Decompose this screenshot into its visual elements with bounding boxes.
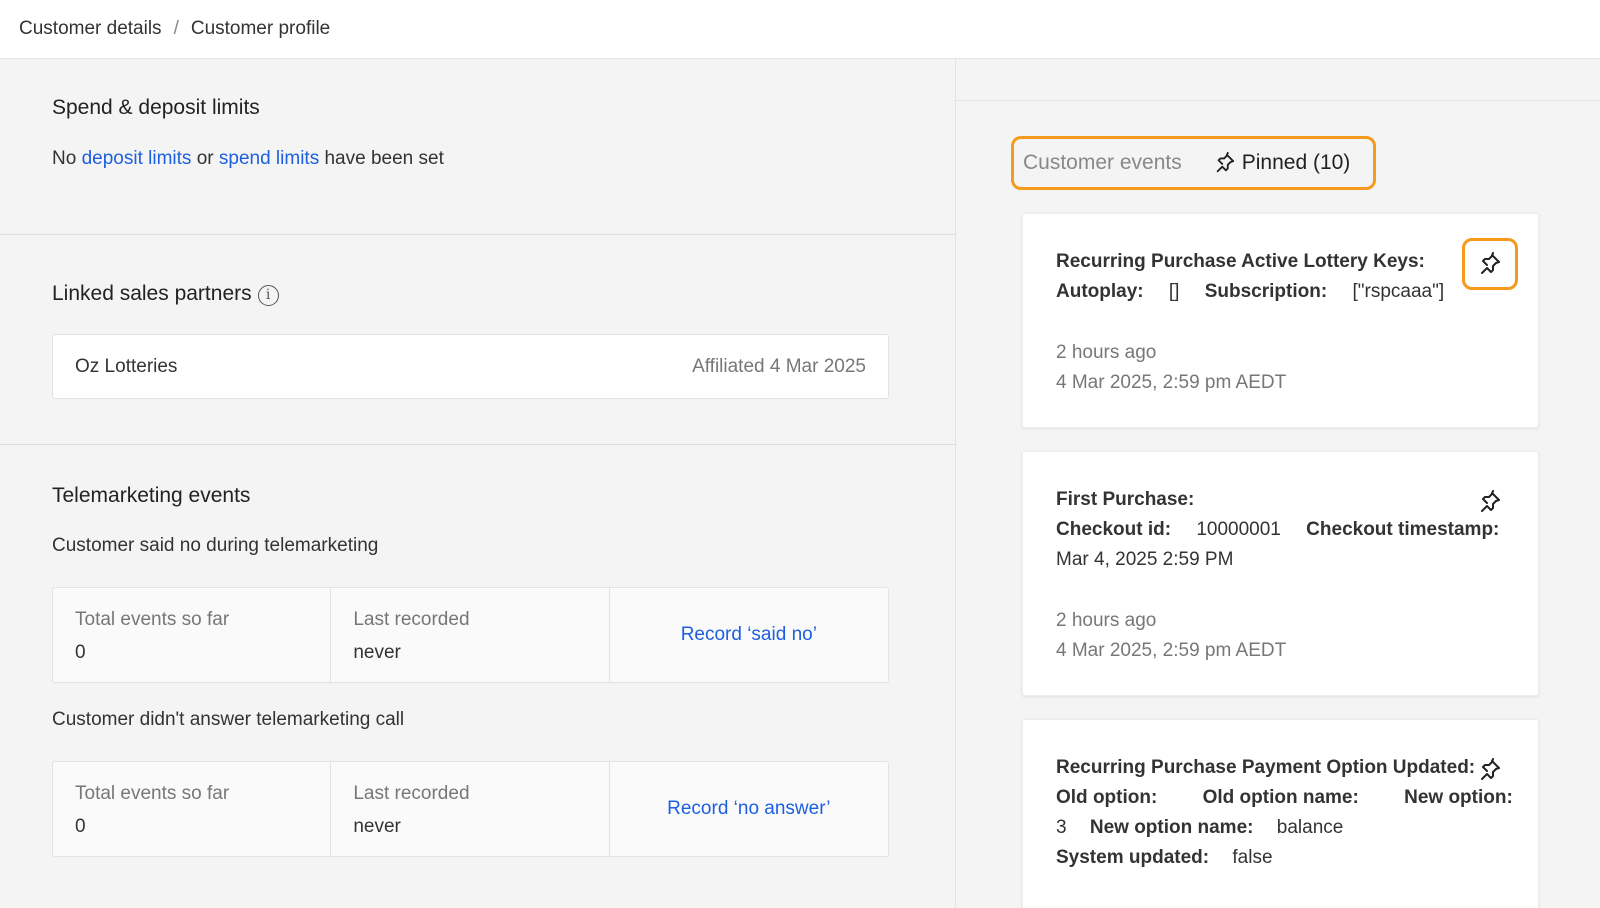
tm-last-cell: Last recorded never — [331, 588, 610, 682]
tab-customer-events[interactable]: Customer events — [1023, 151, 1182, 175]
event-card: First Purchase: Checkout id: 10000001 Ch… — [1022, 451, 1539, 696]
tm-total-value: 0 — [75, 816, 86, 837]
limits-text: No deposit limits or spend limits have b… — [52, 148, 444, 170]
tm-total-label: Total events so far — [75, 609, 230, 630]
tm-last-label: Last recorded — [353, 783, 470, 804]
pin-icon[interactable] — [1478, 490, 1502, 514]
info-icon[interactable]: i — [257, 285, 279, 306]
tm-total-cell: Total events so far 0 — [53, 762, 332, 856]
tm-last-cell: Last recorded never — [331, 762, 610, 856]
event-value: false — [1232, 847, 1273, 868]
event-detail-line: Mar 4, 2025 2:59 PM — [1056, 549, 1233, 571]
event-key: System updated: — [1056, 847, 1210, 868]
event-detail-line: Old option: Old option name: New option: — [1056, 787, 1513, 809]
event-value: Mar 4, 2025 2:59 PM — [1056, 549, 1234, 570]
breadcrumb-customer-details[interactable]: Customer details — [19, 18, 162, 40]
event-card: Recurring Purchase Payment Option Update… — [1022, 719, 1539, 908]
tm-no-answer-table: Total events so far 0 Last recorded neve… — [52, 761, 889, 857]
tab-pinned[interactable]: Pinned (10) — [1214, 151, 1351, 175]
tm-total-cell: Total events so far 0 — [53, 588, 332, 682]
panel-header-strip — [956, 59, 1600, 101]
event-detail-line: System updated: false — [1056, 847, 1273, 869]
limits-middle: or — [196, 148, 214, 169]
customer-events-panel: Customer events Pinned (10) Recurring Pu… — [955, 59, 1600, 908]
limits-title: Spend & deposit limits — [52, 96, 260, 119]
event-title: Recurring Purchase Payment Option Update… — [1056, 757, 1476, 778]
limits-section: Spend & deposit limits No deposit limits… — [0, 59, 955, 235]
divider — [0, 444, 955, 445]
pin-icon — [1216, 152, 1234, 173]
tm-last-label: Last recorded — [353, 609, 470, 630]
tm-said-no-table: Total events so far 0 Last recorded neve… — [52, 587, 889, 683]
event-key: Checkout id: — [1056, 519, 1172, 540]
event-value: 3 — [1056, 817, 1067, 838]
event-key: New option: — [1404, 787, 1513, 808]
event-value: ["rspcaaa"] — [1352, 281, 1445, 302]
event-title: First Purchase: — [1056, 489, 1195, 510]
tm-action-cell: Record ‘no answer’ — [610, 762, 888, 856]
limits-prefix: No — [52, 148, 77, 169]
record-no-answer-button[interactable]: Record ‘no answer’ — [610, 798, 888, 820]
tm-last-value: never — [353, 642, 401, 663]
event-value: [] — [1168, 281, 1180, 302]
tm-total-label: Total events so far — [75, 783, 230, 804]
tm-action-cell: Record ‘said no’ — [610, 588, 888, 682]
telemarketing-title: Telemarketing events — [52, 484, 251, 507]
event-key: Subscription: — [1204, 281, 1328, 302]
event-card: Recurring Purchase Active Lottery Keys: … — [1022, 213, 1539, 428]
spend-limits-link[interactable]: spend limits — [219, 148, 319, 169]
tm-group-heading-said-no: Customer said no during telemarketing — [52, 535, 379, 556]
record-said-no-button[interactable]: Record ‘said no’ — [610, 624, 888, 646]
event-value: balance — [1276, 817, 1344, 838]
pin-icon[interactable] — [1478, 758, 1502, 782]
event-detail-line: Autoplay: [] Subscription: ["rspcaaa"] — [1056, 281, 1444, 303]
events-tab-group: Customer events Pinned (10) — [1011, 136, 1376, 190]
pin-icon[interactable] — [1478, 252, 1502, 276]
event-detail-line: 3 New option name: balance — [1056, 817, 1343, 839]
partner-row: Oz Lotteries Affiliated 4 Mar 2025 — [52, 334, 889, 399]
tm-last-value: never — [353, 816, 401, 837]
tm-total-value: 0 — [75, 642, 86, 663]
event-key: Old option name: — [1202, 787, 1359, 808]
event-key: Checkout timestamp: — [1306, 519, 1500, 540]
event-value: 10000001 — [1196, 519, 1281, 540]
partners-title-text: Linked sales partners — [52, 282, 252, 305]
tm-group-heading-no-answer: Customer didn't answer telemarketing cal… — [52, 709, 405, 730]
event-key: Old option: — [1056, 787, 1158, 808]
partners-title: Linked sales partners i — [52, 282, 279, 306]
partner-name: Oz Lotteries — [75, 356, 178, 377]
event-title: Recurring Purchase Active Lottery Keys: — [1056, 251, 1425, 272]
event-timestamp: 4 Mar 2025, 2:59 pm AEDT — [1056, 372, 1287, 393]
deposit-limits-link[interactable]: deposit limits — [82, 148, 192, 169]
breadcrumb-separator: / — [173, 18, 179, 39]
partner-affiliated-date: Affiliated 4 Mar 2025 — [692, 356, 866, 377]
tab-pinned-label: Pinned (10) — [1241, 151, 1351, 174]
left-panel: Spend & deposit limits No deposit limits… — [0, 59, 955, 908]
event-detail-line: Checkout id: 10000001 Checkout timestamp… — [1056, 519, 1499, 541]
event-relative-time: 2 hours ago — [1056, 610, 1157, 631]
breadcrumb-customer-profile: Customer profile — [190, 18, 331, 39]
event-key: New option name: — [1089, 817, 1254, 838]
limits-suffix: have been set — [324, 148, 444, 169]
event-timestamp: 4 Mar 2025, 2:59 pm AEDT — [1056, 640, 1287, 661]
event-relative-time: 2 hours ago — [1056, 342, 1157, 363]
breadcrumb: Customer details / Customer profile — [0, 0, 1600, 59]
event-key: Autoplay: — [1056, 281, 1144, 302]
